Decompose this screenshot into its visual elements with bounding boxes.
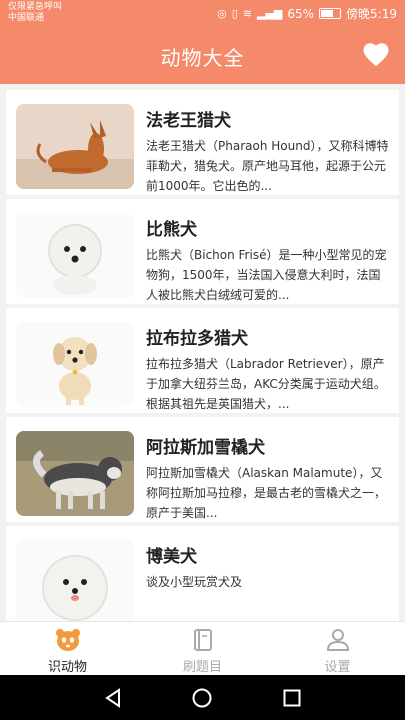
animal-card-alaskan-malamute[interactable]: 阿拉斯加雪橇犬 阿拉斯加雪橇犬（Alaskan Malamute），又称阿拉斯加… — [6, 417, 399, 522]
labrador-photo — [16, 322, 134, 407]
animal-description: 法老王猎犬（Pharaoh Hound），又称科博特菲勒犬，猎兔犬。原产地马耳他… — [146, 139, 389, 193]
signal-icon: ▂▄▆ — [256, 7, 283, 20]
tab-practice-questions[interactable]: 刷题目 — [135, 622, 270, 675]
alaskan-malamute-photo — [16, 431, 134, 516]
favorites-button[interactable] — [361, 40, 391, 70]
tab-identify-animals[interactable]: 识动物 — [0, 622, 135, 675]
book-icon — [193, 629, 212, 651]
person-icon — [326, 629, 349, 651]
battery-percent: 65% — [287, 6, 315, 21]
tab-label: 刷题目 — [182, 660, 222, 675]
animal-description: 谈及小型玩赏犬及 — [146, 575, 243, 589]
animal-list-container[interactable]: 法老王猎犬 法老王猎犬（Pharaoh Hound），又称科博特菲勒犬，猎兔犬。… — [0, 84, 405, 621]
animal-name: 拉布拉多猎犬 — [146, 329, 248, 349]
heart-icon — [363, 43, 389, 67]
bottom-nav: 识动物 刷题目 设置 — [0, 621, 405, 675]
animal-card-bichon[interactable]: 比熊犬 比熊犬（Bichon Frisé）是一种小型常见的宠物狗，1500年，当… — [6, 199, 399, 304]
bichon-photo — [16, 213, 134, 298]
animal-card-pharaoh-hound[interactable]: 法老王猎犬 法老王猎犬（Pharaoh Hound），又称科博特菲勒犬，猎兔犬。… — [6, 90, 399, 195]
back-icon[interactable] — [102, 687, 124, 709]
carrier-line-emergency: 仅限紧急呼叫 — [8, 2, 63, 12]
animal-card-pomeranian[interactable]: 博美犬 谈及小型玩赏犬及 — [6, 526, 399, 621]
carrier-line-operator: 中国联通 — [8, 13, 45, 23]
animal-card-labrador[interactable]: 拉布拉多猎犬 拉布拉多猎犬（Labrador Retriever），原产于加拿大… — [6, 308, 399, 413]
animal-description: 阿拉斯加雪橇犬（Alaskan Malamute），又称阿拉斯加马拉穆，是最古老… — [146, 466, 387, 520]
animal-name: 法老王猎犬 — [146, 111, 231, 131]
animal-description: 拉布拉多猎犬（Labrador Retriever），原产于加拿大纽芬兰岛，AK… — [146, 357, 386, 411]
panda-icon — [55, 629, 80, 651]
status-time: 傍晚5:19 — [346, 7, 397, 21]
vibrate-icon: ▯ — [231, 7, 238, 20]
tab-settings[interactable]: 设置 — [270, 622, 405, 675]
app-bar: 动物大全 — [0, 28, 405, 84]
wifi-icon: ≋ — [242, 7, 252, 20]
page-title: 动物大全 — [160, 46, 245, 70]
tab-label: 识动物 — [47, 660, 87, 675]
status-icons: ◎ ▯ ≋ ▂▄▆ 65% 傍晚5:19 — [217, 5, 397, 22]
carrier-info: 仅限紧急呼叫 中国联通 — [8, 2, 62, 24]
pharaoh-hound-photo — [16, 104, 134, 189]
animal-name: 比熊犬 — [146, 220, 197, 240]
home-icon[interactable] — [191, 687, 213, 709]
system-nav-bar — [0, 675, 405, 720]
animal-name: 博美犬 — [146, 547, 197, 567]
animal-list: 法老王猎犬 法老王猎犬（Pharaoh Hound），又称科博特菲勒犬，猎兔犬。… — [6, 90, 399, 621]
tab-label: 设置 — [324, 660, 351, 675]
recents-icon[interactable] — [281, 687, 303, 709]
animal-description: 比熊犬（Bichon Frisé）是一种小型常见的宠物狗，1500年，当法国入侵… — [146, 248, 387, 302]
pomeranian-photo — [16, 540, 134, 621]
location-icon: ◎ — [217, 7, 227, 20]
animal-name: 阿拉斯加雪橇犬 — [146, 438, 265, 458]
battery-icon — [319, 8, 342, 19]
status-bar: 仅限紧急呼叫 中国联通 ◎ ▯ ≋ ▂▄▆ 65% 傍晚5:19 — [0, 0, 405, 28]
